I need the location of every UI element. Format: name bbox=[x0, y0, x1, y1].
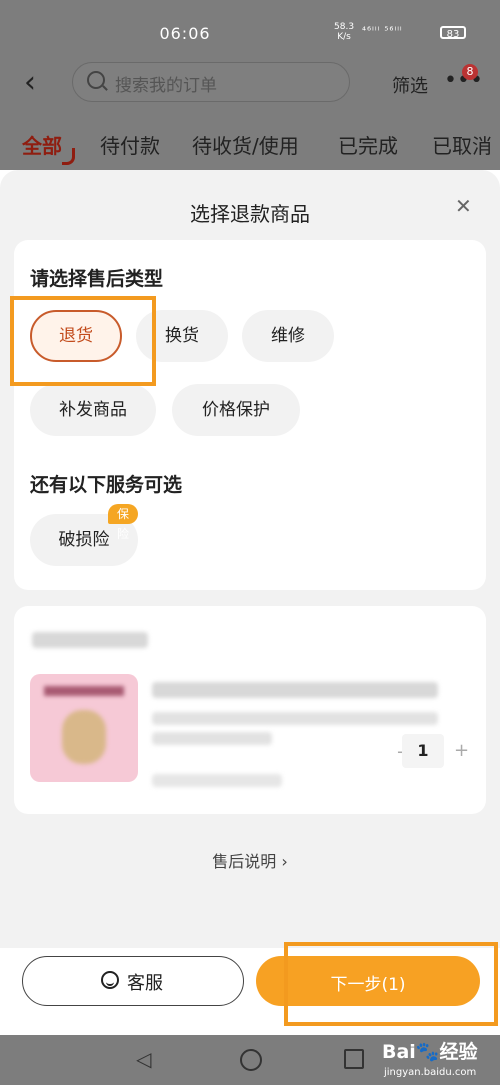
tab-active-indicator bbox=[62, 148, 75, 165]
status-time: 06:06 bbox=[159, 24, 211, 43]
type-reissue-chip[interactable]: 补发商品 bbox=[30, 384, 156, 436]
order-tabs: 全部 待付款 待收货/使用 已完成 已取消 bbox=[0, 110, 500, 170]
product-card: − 1 + bbox=[14, 606, 486, 814]
tab-all[interactable]: 全部 bbox=[22, 130, 62, 159]
search-input[interactable]: 搜索我的订单 bbox=[72, 62, 350, 102]
after-sale-type-title: 请选择售后类型 bbox=[30, 268, 164, 290]
system-nav-bar: ◁ Bai🐾经验 jingyan.baidu.com bbox=[0, 1035, 500, 1085]
damage-insurance-chip[interactable]: 破损险 保险 bbox=[30, 504, 138, 566]
watermark-brand: Bai🐾经验 bbox=[382, 1041, 478, 1063]
signal-icons: ⁴⁶ᴵˡˡ ⁵⁶ᴵˡˡ bbox=[362, 26, 403, 37]
customer-service-label: 客服 bbox=[127, 973, 163, 994]
close-icon[interactable]: ✕ bbox=[455, 194, 472, 218]
highlight-box-next bbox=[284, 942, 498, 1026]
type-repair-chip[interactable]: 维修 bbox=[242, 310, 334, 362]
nav-recent-icon[interactable] bbox=[344, 1049, 364, 1069]
product-thumbnail bbox=[30, 674, 138, 782]
net-speed-value: 58.3 bbox=[334, 22, 355, 32]
insurance-badge: 保险 bbox=[108, 504, 138, 541]
customer-service-button[interactable]: 客服 bbox=[22, 956, 244, 1006]
filter-button[interactable]: 筛选 bbox=[392, 72, 428, 98]
tab-pending-payment[interactable]: 待付款 bbox=[100, 130, 160, 159]
search-icon bbox=[87, 71, 105, 89]
smile-icon bbox=[101, 971, 119, 989]
net-speed-unit: K/s bbox=[337, 32, 351, 42]
product-section-title-blurred bbox=[32, 632, 148, 648]
type-price-protect-chip[interactable]: 价格保护 bbox=[172, 384, 300, 436]
tab-cancelled[interactable]: 已取消 bbox=[432, 130, 492, 159]
product-spec-blurred bbox=[152, 712, 438, 725]
after-sale-card: 请选择售后类型 退货 换货 维修 补发商品 价格保护 还有以下服务可选 破损险 … bbox=[14, 240, 486, 590]
tab-pending-receipt[interactable]: 待收货/使用 bbox=[192, 130, 299, 159]
battery-icon: 83 bbox=[440, 26, 466, 40]
nav-home-icon[interactable] bbox=[240, 1049, 262, 1071]
net-speed: 58.3 K/s bbox=[334, 22, 354, 42]
sheet-title: 选择退款商品 bbox=[190, 202, 310, 226]
tab-completed[interactable]: 已完成 bbox=[338, 130, 398, 159]
nav-back-icon[interactable]: ◁ bbox=[136, 1047, 151, 1071]
quantity-value[interactable]: 1 bbox=[402, 734, 444, 768]
highlight-box-return bbox=[10, 296, 156, 386]
status-bar: 06:06 58.3 K/s ⁴⁶ᴵˡˡ ⁵⁶ᴵˡˡ 83 bbox=[0, 0, 500, 62]
extra-services-title: 还有以下服务可选 bbox=[30, 474, 183, 496]
product-spec-blurred-2 bbox=[152, 732, 272, 745]
product-name-blurred bbox=[152, 682, 438, 698]
search-placeholder: 搜索我的订单 bbox=[115, 76, 217, 96]
top-bar: ‹ 搜索我的订单 筛选 ••• 8 bbox=[0, 62, 500, 110]
back-icon[interactable]: ‹ bbox=[24, 68, 46, 98]
after-sale-policy-link[interactable]: 售后说明 › bbox=[0, 848, 500, 872]
more-badge: 8 bbox=[462, 64, 478, 80]
quantity-plus-button[interactable]: + bbox=[454, 740, 469, 761]
product-hint-blurred bbox=[152, 774, 282, 787]
watermark-site: jingyan.baidu.com bbox=[384, 1067, 477, 1078]
watermark: Bai🐾经验 jingyan.baidu.com bbox=[382, 1037, 498, 1083]
damage-insurance-label: 破损险 bbox=[58, 530, 110, 550]
